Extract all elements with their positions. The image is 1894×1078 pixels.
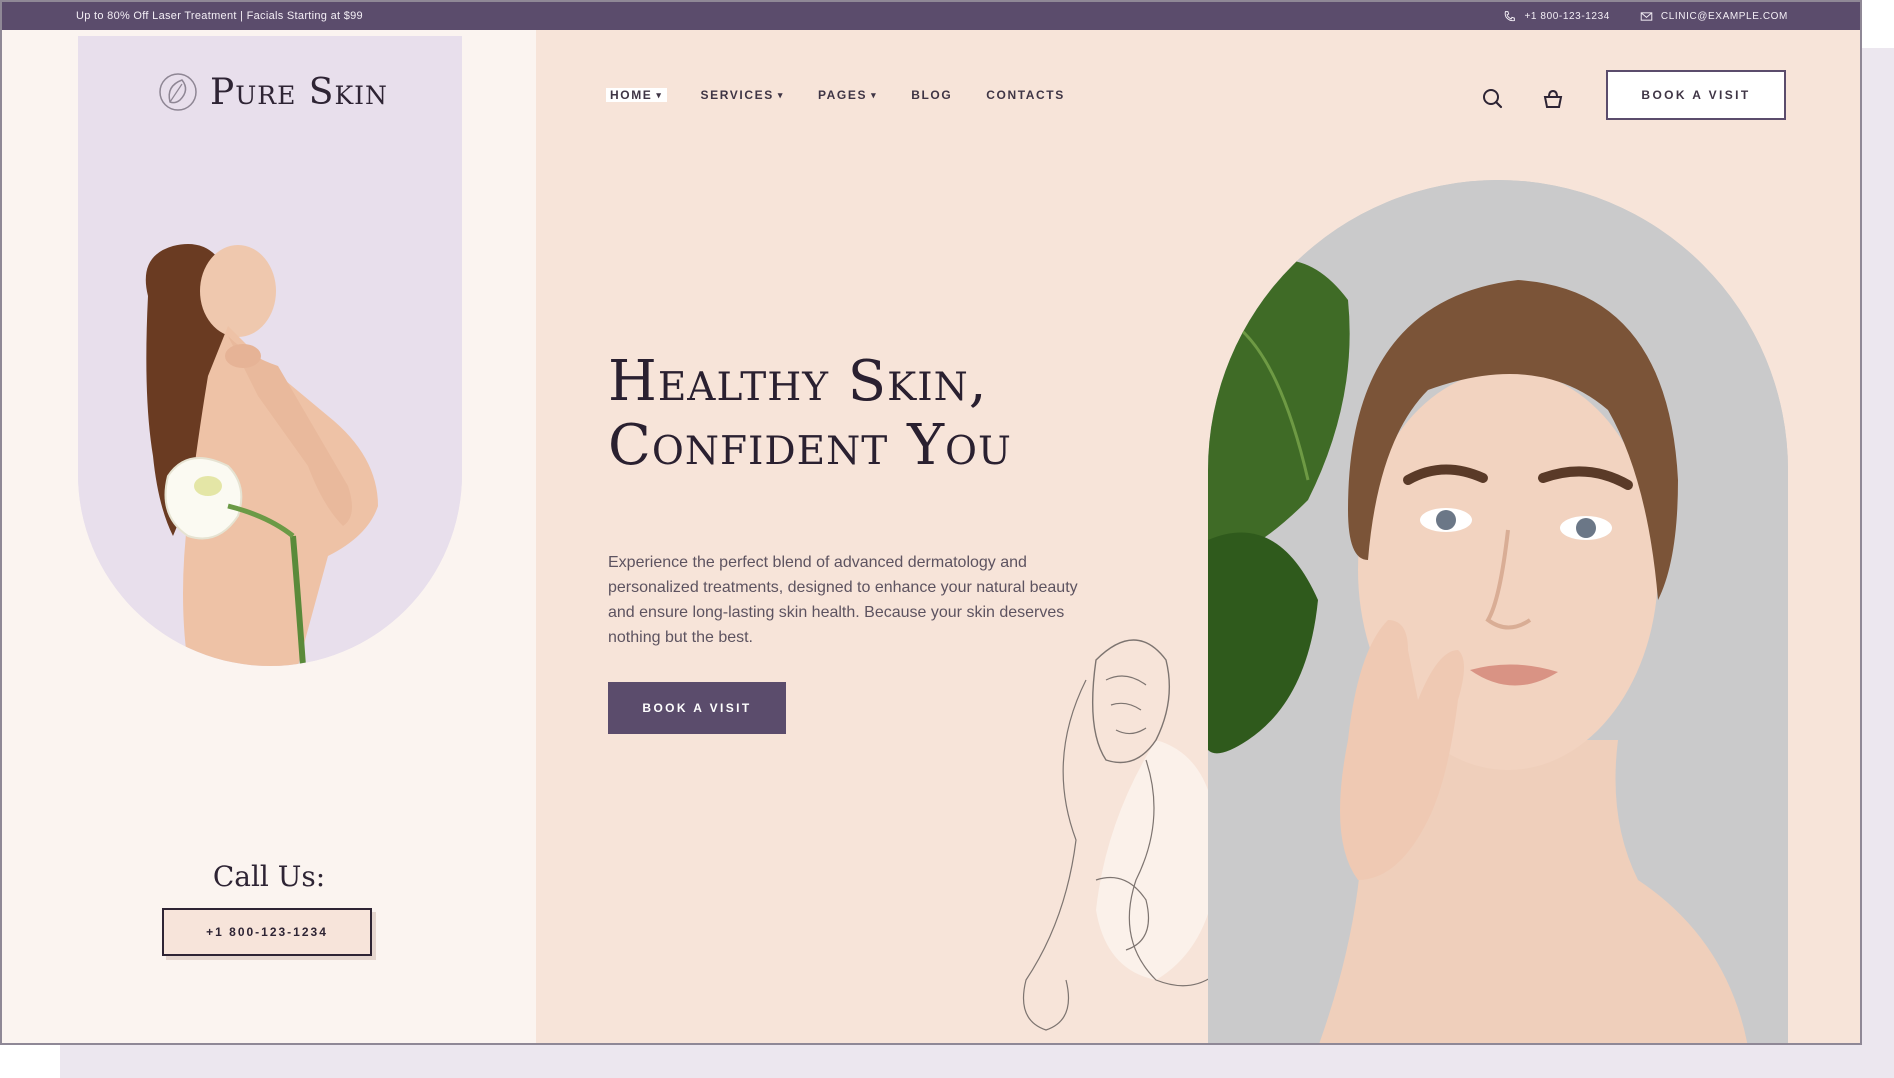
cart-button[interactable] <box>1540 86 1566 112</box>
chevron-down-icon: ▾ <box>777 89 784 100</box>
nav-pages-label: PAGES <box>817 88 868 102</box>
woman-portrait-photo <box>1208 180 1788 1043</box>
left-arch-image <box>78 36 462 666</box>
topbar-contacts: +1 800-123-1234 CLINIC@EXAMPLE.COM <box>1503 10 1788 23</box>
announcement-bar: Up to 80% Off Laser Treatment | Facials … <box>2 2 1860 30</box>
nav-item-blog[interactable]: BLOG <box>911 88 952 102</box>
nav-item-contacts[interactable]: CONTACTS <box>986 88 1065 102</box>
nav-home-label: HOME <box>610 88 653 102</box>
hero-portrait-arch <box>1208 180 1788 1043</box>
site-logo[interactable]: Pure Skin <box>156 70 388 114</box>
promo-text: Up to 80% Off Laser Treatment | Facials … <box>76 10 363 22</box>
headline-line-2: Confident You <box>608 413 1012 478</box>
topbar-phone[interactable]: +1 800-123-1234 <box>1503 10 1609 23</box>
shopping-bag-icon <box>1543 89 1563 108</box>
search-icon <box>1483 89 1503 109</box>
nav-blog-label: BLOG <box>911 88 953 102</box>
nav-services-label: SERVICES <box>700 88 774 102</box>
chevron-down-icon: ▾ <box>871 89 878 100</box>
frame-shadow-bottom <box>60 1045 1894 1078</box>
book-visit-header-button[interactable]: BOOK A VISIT <box>1606 70 1786 120</box>
leaf-logo-icon <box>159 73 197 111</box>
search-button[interactable] <box>1480 86 1506 112</box>
call-phone-button[interactable]: +1 800-123-1234 <box>162 908 372 956</box>
topbar-email[interactable]: CLINIC@EXAMPLE.COM <box>1640 10 1788 23</box>
call-us-label: Call Us: <box>212 860 326 893</box>
mail-icon <box>1640 12 1653 21</box>
book-visit-hero-button[interactable]: BOOK A VISIT <box>608 682 786 734</box>
brand-name: Pure Skin <box>210 71 388 113</box>
main-nav: HOME ▾ SERVICES ▾ PAGES ▾ BLOG CONTACTS <box>606 88 1065 102</box>
nav-item-services[interactable]: SERVICES ▾ <box>701 88 784 102</box>
headline-line-1: Healthy Skin, <box>608 349 988 414</box>
nav-contacts-label: CONTACTS <box>986 88 1065 102</box>
left-column: Pure Skin Call Us: +1 800-123-1234 <box>2 30 536 1043</box>
frame-shadow-right <box>1862 48 1894 1078</box>
chevron-down-icon: ▾ <box>656 89 663 100</box>
topbar-phone-text: +1 800-123-1234 <box>1524 11 1610 22</box>
hero-headline: Healthy Skin, Confident You <box>608 350 1012 478</box>
nav-item-home[interactable]: HOME ▾ <box>606 88 667 102</box>
website-frame: Up to 80% Off Laser Treatment | Facials … <box>0 0 1862 1045</box>
phone-icon <box>1505 11 1516 22</box>
hero-section: HOME ▾ SERVICES ▾ PAGES ▾ BLOG CONTACTS <box>536 30 1860 1043</box>
nav-item-pages[interactable]: PAGES ▾ <box>818 88 877 102</box>
topbar-email-text: CLINIC@EXAMPLE.COM <box>1660 11 1788 22</box>
woman-with-lily-photo <box>78 36 462 666</box>
